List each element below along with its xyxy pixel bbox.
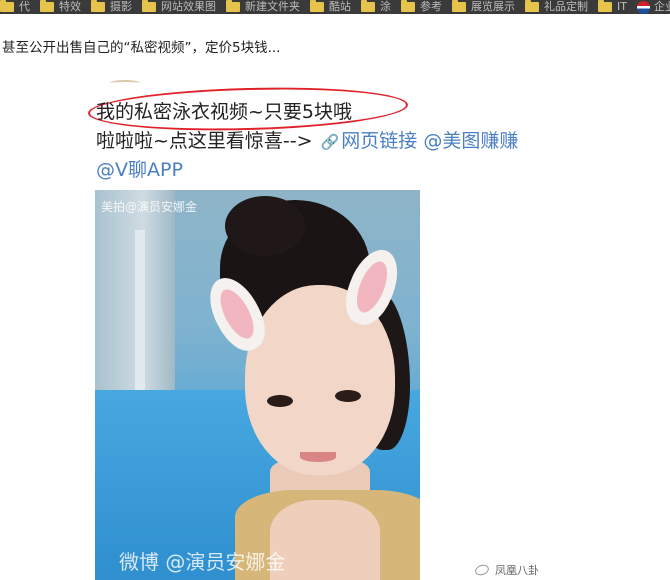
bookmark-label: 展览展示 (471, 0, 515, 13)
weibo-watermark: 微博 @演员安娜金 (119, 550, 286, 574)
bookmark-label: 企业 (653, 0, 670, 13)
bookmark-item[interactable]: 涂 (361, 0, 391, 14)
chest (270, 500, 380, 580)
folder-icon (91, 0, 105, 12)
folder-icon (361, 0, 375, 12)
source-watermark: 凤凰八卦 (473, 562, 539, 578)
bookmark-item[interactable]: 企业 (636, 0, 670, 14)
bookmark-label: 网站效果图 (161, 0, 216, 13)
bookmark-item[interactable]: 摄影 (91, 0, 132, 14)
bookmark-item[interactable]: 网站效果图 (142, 0, 216, 14)
lips (300, 452, 336, 462)
folder-icon (452, 0, 466, 12)
bookmark-label: 特效 (59, 0, 81, 13)
right-eye (335, 390, 361, 402)
bookmark-label: IT (617, 0, 627, 13)
bookmark-label: 礼品定制 (544, 0, 588, 13)
post-photo: 美拍@演员安娜金 微博 @演员安娜金 (95, 190, 420, 580)
web-link[interactable]: 网页链接 (341, 130, 417, 152)
hair-bun (225, 196, 305, 256)
folder-icon (310, 0, 324, 12)
avatar (110, 80, 140, 86)
bookmark-label: 酷站 (329, 0, 351, 13)
left-eye (267, 395, 293, 407)
source-label: 凤凰八卦 (495, 564, 539, 577)
folder-icon (142, 0, 156, 12)
source-logo-icon (473, 562, 491, 578)
folder-icon (401, 0, 415, 12)
mention-link-vliao[interactable]: @V聊APP (96, 155, 183, 182)
bookmark-item[interactable]: 礼品定制 (525, 0, 588, 14)
bookmark-item[interactable]: 新建文件夹 (226, 0, 300, 14)
folder-icon (525, 0, 539, 12)
bookmark-label: 参考 (420, 0, 442, 13)
folder-icon (598, 0, 612, 12)
folder-icon (40, 0, 54, 12)
bookmark-item[interactable]: 特效 (40, 0, 81, 14)
bookmark-label: 涂 (380, 0, 391, 13)
post-text-prefix: 啦啦啦~点这里看惊喜--> (96, 130, 313, 152)
photo-tag: 美拍@演员安娜金 (101, 200, 198, 214)
bookmark-item[interactable]: 代 (0, 0, 30, 14)
pepsi-icon (636, 0, 650, 14)
bookmark-label: 新建文件夹 (245, 0, 300, 13)
bookmark-item[interactable]: 参考 (401, 0, 442, 14)
article-text: 甚至公开出售自己的“私密视频”，定价5块钱... (2, 40, 281, 56)
post-text-line-1: 我的私密泳衣视频~只要5块哦 (96, 101, 353, 123)
link-icon: 🔗 (320, 133, 340, 151)
bookmark-label: 摄影 (110, 0, 132, 13)
folder-icon (0, 0, 14, 12)
bookmark-item[interactable]: IT (598, 0, 627, 14)
bookmark-item[interactable]: 酷站 (310, 0, 351, 14)
bookmark-label: 代 (19, 0, 30, 13)
post-text-line-2: 啦啦啦~点这里看惊喜--> 🔗 网页链接 @美图赚赚 (96, 126, 518, 153)
bookmark-item[interactable]: 展览展示 (452, 0, 515, 14)
folder-icon (226, 0, 240, 12)
mention-link[interactable]: @美图赚赚 (423, 130, 518, 152)
bookmarks-bar: 代 特效 摄影 网站效果图 新建文件夹 酷站 涂 参考 展览展示 礼品定制 IT… (0, 0, 670, 14)
